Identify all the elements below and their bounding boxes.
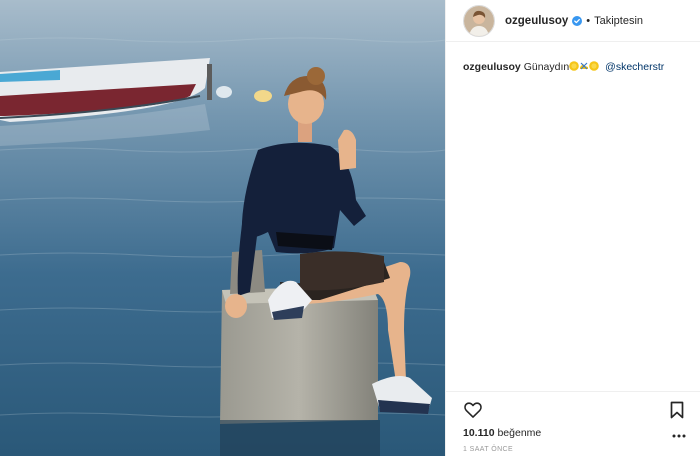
post-side-panel: ozgeulusoy • Takiptesin ozgeulusoy Günay… [445, 0, 700, 456]
verified-badge-icon [572, 15, 583, 26]
header-separator: • [586, 14, 591, 27]
caption-mention-link[interactable]: @skecherstr [605, 61, 664, 73]
bookmark-outline-icon[interactable] [670, 401, 684, 419]
avatar[interactable] [463, 4, 495, 37]
like-count-number: 10.110 [463, 427, 495, 439]
photo-illustration [0, 0, 445, 456]
post-header: ozgeulusoy • Takiptesin [446, 0, 700, 42]
post-actions-bar: 10.110 beğenme 1 SAAT ÖNCE [446, 391, 700, 456]
post-username[interactable]: ozgeulusoy [505, 15, 568, 27]
avatar-image [464, 5, 494, 36]
post-timestamp: 1 SAAT ÖNCE [463, 446, 514, 453]
like-count[interactable]: 10.110 beğenme [463, 427, 541, 439]
caption-text: Günaydın [523, 61, 570, 73]
sun-emoji-icon [589, 61, 600, 71]
caption-username[interactable]: ozgeulusoy [463, 61, 521, 73]
running-shoe-emoji-icon [580, 62, 589, 70]
heart-outline-icon[interactable] [463, 400, 483, 420]
post-caption: ozgeulusoy Günaydın @skecherstr [463, 60, 693, 74]
like-count-label: beğenme [497, 427, 542, 439]
follow-status-button[interactable]: Takiptesin [594, 15, 643, 27]
instagram-post: ozgeulusoy • Takiptesin ozgeulusoy Günay… [0, 0, 700, 456]
sun-emoji-icon [569, 61, 580, 71]
post-photo[interactable] [0, 0, 445, 456]
more-dots-icon[interactable] [672, 434, 686, 438]
